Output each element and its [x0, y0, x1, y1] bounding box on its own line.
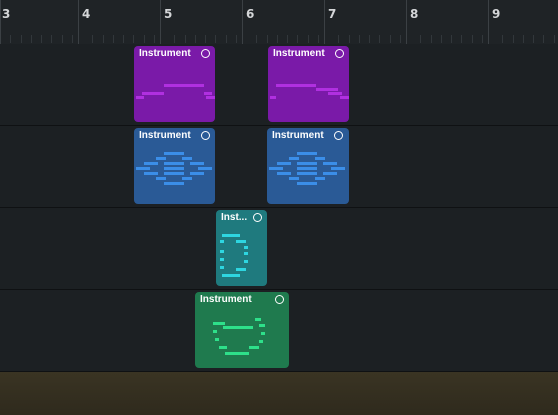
beat-tick [420, 35, 422, 43]
beat-tick [153, 35, 155, 43]
beat-tick [399, 35, 401, 43]
bar-tick [488, 0, 489, 44]
bar-tick [324, 0, 325, 44]
bar-tick [160, 0, 161, 44]
beat-tick [102, 35, 104, 43]
beat-tick [533, 35, 534, 43]
beat-tick [543, 35, 545, 43]
clip-title: Instrument [139, 130, 191, 141]
beat-tick [348, 35, 350, 43]
beat-tick [215, 35, 217, 43]
beat-tick [379, 35, 381, 43]
beat-tick [276, 35, 278, 43]
loop-icon[interactable] [275, 295, 286, 306]
midi-clip[interactable]: Instrument [195, 292, 289, 368]
beat-tick [481, 35, 483, 43]
beat-tick [184, 35, 186, 43]
midi-note [142, 92, 164, 95]
beat-tick [41, 35, 42, 43]
midi-clip[interactable]: Instrument [134, 46, 215, 122]
midi-note [206, 96, 215, 99]
beat-tick [512, 35, 514, 43]
midi-clip[interactable]: Instrument [134, 128, 215, 204]
bar-number: 8 [410, 7, 419, 21]
beat-tick [225, 35, 227, 43]
beat-tick [440, 35, 442, 43]
beat-tick [502, 35, 504, 43]
beat-tick [553, 35, 555, 43]
midi-note [164, 84, 204, 87]
loop-icon[interactable] [201, 49, 212, 60]
bar-number: 3 [2, 7, 11, 21]
beat-tick [205, 35, 206, 43]
clip-title: Instrument [272, 130, 324, 141]
timeline-ruler[interactable]: 3 4 5 6 7 8 9 [0, 0, 558, 45]
beat-tick [30, 35, 32, 43]
beat-tick [235, 35, 237, 43]
beat-tick [522, 35, 524, 43]
beat-tick [317, 35, 319, 43]
bar-number: 9 [492, 7, 501, 21]
clip-title: Instrument [200, 294, 252, 305]
bar-tick [0, 0, 1, 44]
beat-tick [61, 35, 63, 43]
beat-tick [194, 35, 196, 43]
beat-tick [256, 35, 258, 43]
bar-tick [78, 0, 79, 44]
beat-tick [358, 35, 360, 43]
loop-icon[interactable] [253, 213, 264, 224]
clip-title: Instrument [139, 48, 191, 59]
beat-tick [471, 35, 473, 43]
beat-tick [461, 35, 463, 43]
beat-tick [51, 35, 53, 43]
beat-tick [112, 35, 114, 43]
beat-tick [430, 35, 432, 43]
loop-icon[interactable] [335, 49, 346, 60]
beat-tick [369, 35, 370, 43]
midi-clip[interactable]: Instrument [268, 46, 349, 122]
track-lane-3[interactable] [0, 208, 558, 290]
midi-clip[interactable]: Inst... [216, 210, 267, 286]
beat-tick [174, 35, 176, 43]
beat-tick [338, 35, 340, 43]
beat-tick [307, 35, 309, 43]
beat-tick [123, 35, 124, 43]
bar-number: 5 [164, 7, 173, 21]
midi-note [316, 88, 338, 91]
beat-tick [10, 35, 12, 43]
beat-tick [266, 35, 268, 43]
beat-tick [133, 35, 135, 43]
loop-icon[interactable] [201, 131, 212, 142]
midi-note [340, 96, 349, 99]
beat-tick [143, 35, 145, 43]
beat-tick [389, 35, 391, 43]
bar-number: 6 [246, 7, 255, 21]
clip-title: Instrument [273, 48, 325, 59]
bar-tick [406, 0, 407, 44]
midi-note [136, 96, 144, 99]
loop-icon[interactable] [334, 131, 345, 142]
clip-title: Inst... [221, 212, 248, 223]
midi-note [204, 92, 212, 95]
empty-track-area[interactable] [0, 372, 558, 415]
beat-tick [297, 35, 299, 43]
midi-note [328, 92, 342, 95]
bar-tick [242, 0, 243, 44]
midi-note [270, 96, 276, 99]
beat-tick [20, 35, 22, 43]
bar-number: 4 [82, 7, 91, 21]
beat-tick [92, 35, 94, 43]
bar-number: 7 [328, 7, 337, 21]
midi-clip[interactable]: Instrument [267, 128, 349, 204]
beat-tick [287, 35, 288, 43]
beat-tick [71, 35, 73, 43]
beat-tick [451, 35, 452, 43]
midi-note [276, 84, 316, 87]
